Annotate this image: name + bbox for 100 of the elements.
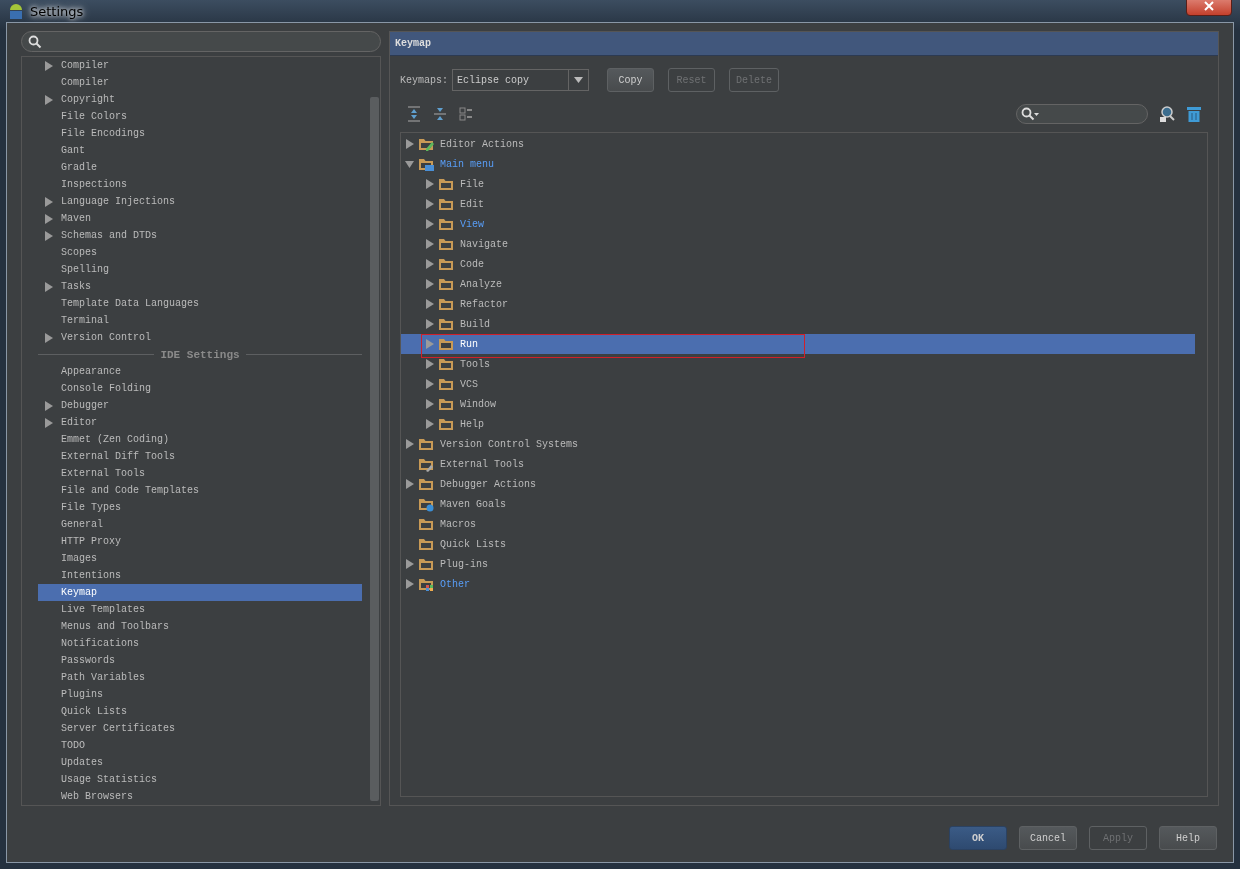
settings-item[interactable]: Debugger — [38, 397, 362, 414]
tree-row[interactable]: Navigate — [401, 234, 1195, 254]
tree-row[interactable]: VCS — [401, 374, 1195, 394]
settings-item[interactable]: Plugins — [38, 686, 362, 703]
expand-arrow-icon[interactable] — [44, 213, 53, 224]
settings-item[interactable]: Server Certificates — [38, 720, 362, 737]
tree-row[interactable]: Macros — [401, 514, 1195, 534]
close-button[interactable] — [1186, 0, 1232, 16]
settings-item[interactable]: Notifications — [38, 635, 362, 652]
settings-item[interactable]: File Types — [38, 499, 362, 516]
settings-item[interactable]: Quick Lists — [38, 703, 362, 720]
dialog-button[interactable]: Help — [1159, 826, 1217, 850]
expand-arrow-icon[interactable] — [44, 332, 53, 343]
settings-item[interactable]: Updates — [38, 754, 362, 771]
settings-item[interactable]: Keymap — [38, 584, 362, 601]
settings-item[interactable]: Template Data Languages — [38, 295, 362, 312]
settings-item[interactable]: External Diff Tools — [38, 448, 362, 465]
tree-row[interactable]: View — [401, 214, 1195, 234]
tree-row[interactable]: Help — [401, 414, 1195, 434]
expand-arrow-icon[interactable] — [44, 281, 53, 292]
settings-item[interactable]: HTTP Proxy — [38, 533, 362, 550]
tree-node-label[interactable]: Debugger Actions — [438, 478, 536, 490]
tree-row[interactable]: Tools — [401, 354, 1195, 374]
tree-node-label[interactable]: Macros — [438, 518, 476, 530]
expand-arrow-icon[interactable] — [405, 439, 414, 449]
checklist-icon[interactable] — [458, 106, 474, 122]
tree-row[interactable]: Other — [401, 574, 1195, 594]
settings-item[interactable]: External Tools — [38, 465, 362, 482]
settings-item[interactable]: Passwords — [38, 652, 362, 669]
expand-arrow-icon[interactable] — [44, 196, 53, 207]
tree-node-label[interactable]: Build — [458, 318, 490, 330]
expand-arrow-icon[interactable] — [44, 60, 53, 71]
settings-item[interactable]: Emmet (Zen Coding) — [38, 431, 362, 448]
tree-node-label[interactable]: Edit — [458, 198, 484, 210]
tree-node-label[interactable]: Editor Actions — [438, 138, 524, 150]
collapse-all-icon[interactable] — [432, 106, 448, 122]
tree-node-label[interactable]: Window — [458, 398, 496, 410]
tree-node-label[interactable]: Plug-ins — [438, 558, 488, 570]
tree-row[interactable]: Maven Goals — [401, 494, 1195, 514]
shortcut-search-field[interactable] — [1016, 104, 1148, 124]
tree-node-label[interactable]: Analyze — [458, 278, 502, 290]
settings-item[interactable]: Live Templates — [38, 601, 362, 618]
settings-item[interactable]: Web Browsers — [38, 788, 362, 805]
settings-item[interactable]: Inspections — [38, 176, 362, 193]
tree-node-label[interactable]: Other — [438, 578, 470, 590]
dialog-button[interactable]: Cancel — [1019, 826, 1077, 850]
tree-node-label[interactable]: File — [458, 178, 484, 190]
expand-arrow-icon[interactable] — [44, 400, 53, 411]
settings-item[interactable]: Editor — [38, 414, 362, 431]
settings-item[interactable]: Gradle — [38, 159, 362, 176]
tree-node-label[interactable]: VCS — [458, 378, 478, 390]
expand-arrow-icon[interactable] — [44, 230, 53, 241]
settings-item[interactable]: General — [38, 516, 362, 533]
settings-item[interactable]: Usage Statistics — [38, 771, 362, 788]
expand-arrow-icon[interactable] — [44, 417, 53, 428]
settings-item[interactable]: Version Control — [38, 329, 362, 346]
settings-item[interactable]: Spelling — [38, 261, 362, 278]
tree-node-label[interactable]: Run — [458, 338, 478, 350]
scrollbar-thumb[interactable] — [370, 97, 379, 801]
tree-node-label[interactable]: Navigate — [458, 238, 508, 250]
settings-item[interactable]: Scopes — [38, 244, 362, 261]
tree-row[interactable]: Main menu — [401, 154, 1195, 174]
tree-row[interactable]: Window — [401, 394, 1195, 414]
keymap-button[interactable]: Copy — [607, 68, 654, 92]
collapse-arrow-icon[interactable] — [405, 159, 414, 169]
settings-item[interactable]: Compiler — [38, 57, 362, 74]
tree-row[interactable]: File — [401, 174, 1195, 194]
tree-row[interactable]: Version Control Systems — [401, 434, 1195, 454]
tree-node-label[interactable]: Refactor — [458, 298, 508, 310]
expand-arrow-icon[interactable] — [405, 139, 414, 149]
tree-node-label[interactable]: Quick Lists — [438, 538, 506, 550]
tree-row[interactable]: Editor Actions — [401, 134, 1195, 154]
dialog-button[interactable]: OK — [949, 826, 1007, 850]
expand-arrow-icon[interactable] — [44, 94, 53, 105]
tree-node-label[interactable]: Code — [458, 258, 484, 270]
settings-item[interactable]: File and Code Templates — [38, 482, 362, 499]
find-shortcut-icon[interactable] — [1158, 105, 1176, 123]
settings-item[interactable]: Terminal — [38, 312, 362, 329]
settings-item[interactable]: Intentions — [38, 567, 362, 584]
settings-item[interactable]: Images — [38, 550, 362, 567]
settings-item[interactable]: Path Variables — [38, 669, 362, 686]
settings-item[interactable]: Menus and Toolbars — [38, 618, 362, 635]
expand-arrow-icon[interactable] — [405, 479, 414, 489]
settings-item[interactable]: Compiler — [38, 74, 362, 91]
tree-row[interactable]: Quick Lists — [401, 534, 1195, 554]
settings-item[interactable]: Language Injections — [38, 193, 362, 210]
trash-icon[interactable] — [1186, 105, 1202, 123]
tree-node-label[interactable]: Tools — [458, 358, 490, 370]
settings-item[interactable]: Appearance — [38, 363, 362, 380]
settings-item[interactable]: Schemas and DTDs — [38, 227, 362, 244]
tree-row[interactable]: Analyze — [401, 274, 1195, 294]
settings-item[interactable]: File Encodings — [38, 125, 362, 142]
settings-item[interactable]: Maven — [38, 210, 362, 227]
settings-item[interactable]: Copyright — [38, 91, 362, 108]
tree-row[interactable]: Build — [401, 314, 1195, 334]
tree-row[interactable]: External Tools — [401, 454, 1195, 474]
expand-all-icon[interactable] — [406, 106, 422, 122]
tree-row[interactable]: Plug-ins — [401, 554, 1195, 574]
tree-node-label[interactable]: Maven Goals — [438, 498, 506, 510]
settings-item[interactable]: Console Folding — [38, 380, 362, 397]
